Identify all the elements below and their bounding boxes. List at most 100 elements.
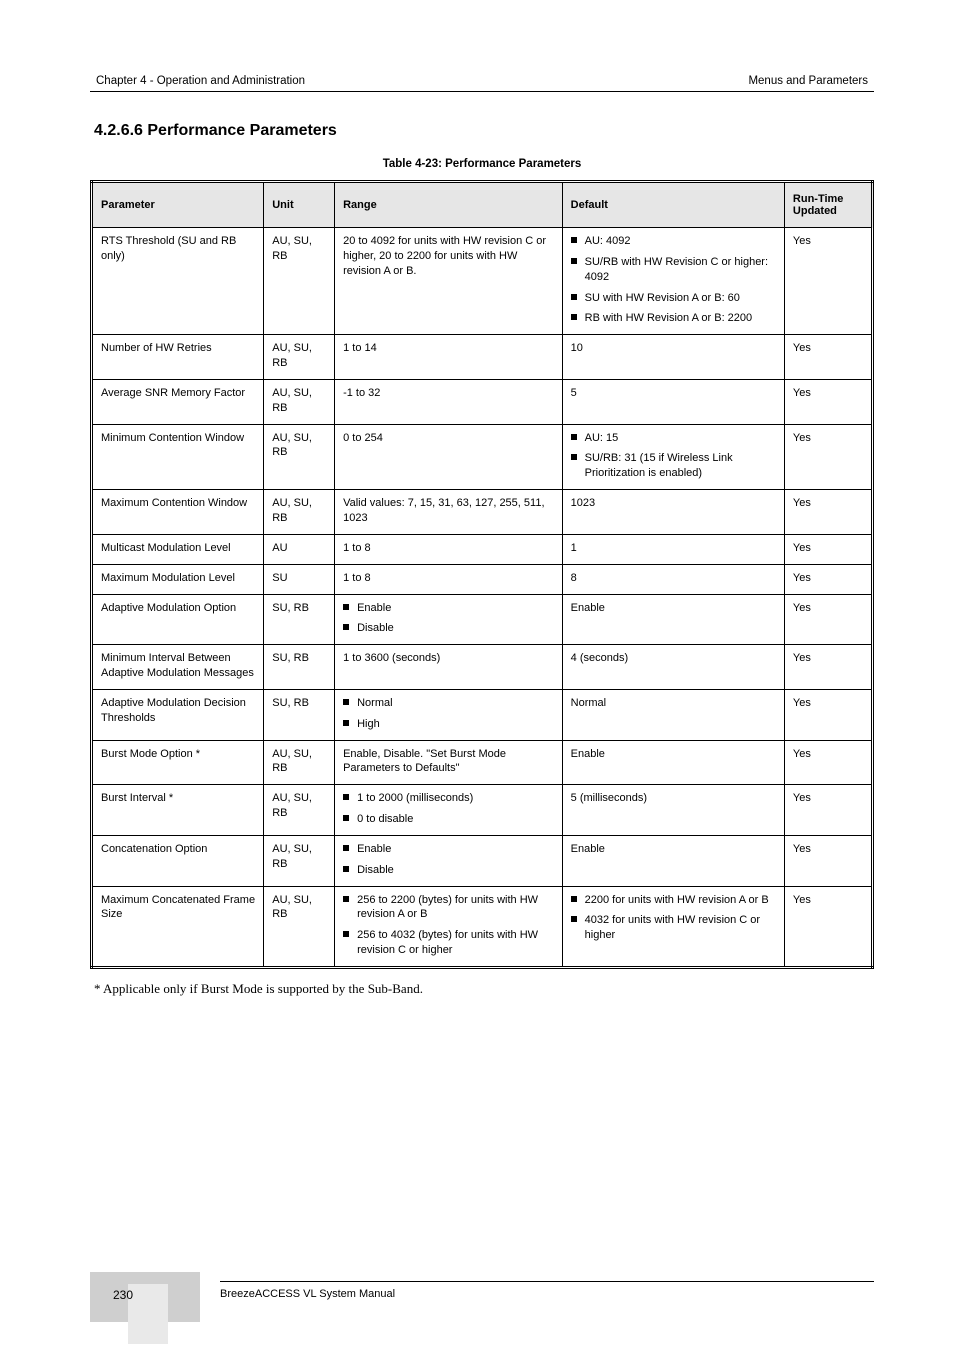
cell: Yes	[784, 689, 872, 740]
list-item: SU with HW Revision A or B: 60	[571, 291, 776, 306]
cell: Yes	[784, 534, 872, 564]
table-row: Adaptive Modulation OptionSU, RB Enable Di…	[92, 594, 873, 645]
cell: Yes	[784, 564, 872, 594]
cell: Yes	[784, 228, 872, 335]
cell: Burst Mode Option *	[92, 740, 264, 785]
list-item: 256 to 4032 (bytes) for units with HW re…	[343, 928, 554, 958]
cell: Yes	[784, 835, 872, 886]
cell: Maximum Modulation Level	[92, 564, 264, 594]
table-row: Average SNR Memory FactorAU, SU, RB-1 to…	[92, 379, 873, 424]
table-caption: Table 4-23: Performance Parameters	[90, 158, 874, 170]
cell: Yes	[784, 785, 872, 836]
cell: Minimum Contention Window	[92, 424, 264, 490]
cell: 4 (seconds)	[562, 645, 784, 690]
page-number: 230	[113, 1288, 133, 1302]
cell: 1023	[562, 490, 784, 535]
col-parameter: Parameter	[92, 182, 264, 228]
cell: Enable	[562, 835, 784, 886]
table-row: Multicast Modulation LevelAU1 to 81Yes	[92, 534, 873, 564]
cell: 1 to 14	[335, 335, 563, 380]
cell: Number of HW Retries	[92, 335, 264, 380]
cell: Yes	[784, 886, 872, 967]
cell: AU, SU, RB	[264, 335, 335, 380]
cell: Yes	[784, 379, 872, 424]
list-item: AU: 15	[571, 431, 776, 446]
cell: Enable	[562, 740, 784, 785]
cell: Enable Disable	[335, 594, 563, 645]
table-row: Adaptive Modulation Decision ThresholdsS…	[92, 689, 873, 740]
table-header-row: Parameter Unit Range Default Run-Time Up…	[92, 182, 873, 228]
cell: Adaptive Modulation Option	[92, 594, 264, 645]
cell: Valid values: 7, 15, 31, 63, 127, 255, 5…	[335, 490, 563, 535]
cell: 1 to 8	[335, 534, 563, 564]
cell: Minimum Interval Between Adaptive Modula…	[92, 645, 264, 690]
table-row: Maximum Modulation LevelSU1 to 88Yes	[92, 564, 873, 594]
table-row: Minimum Contention WindowAU, SU, RB0 to …	[92, 424, 873, 490]
footer-doc-title: BreezeACCESS VL System Manual	[220, 1288, 395, 1300]
cell: Yes	[784, 424, 872, 490]
table-row: Number of HW RetriesAU, SU, RB1 to 1410Y…	[92, 335, 873, 380]
cell: Concatenation Option	[92, 835, 264, 886]
list-item: SU/RB with HW Revision C or higher: 4092	[571, 255, 776, 285]
cell: AU, SU, RB	[264, 228, 335, 335]
table-row: Burst Interval *AU, SU, RB1 to 2000 (mil…	[92, 785, 873, 836]
table-row: Concatenation OptionAU, SU, RB Enable Disa…	[92, 835, 873, 886]
list-item: 0 to disable	[343, 812, 554, 827]
list-item: AU: 4092	[571, 234, 776, 249]
table-row: Maximum Contention WindowAU, SU, RBValid…	[92, 490, 873, 535]
cell: 5	[562, 379, 784, 424]
cell: RTS Threshold (SU and RB only)	[92, 228, 264, 335]
cell: Burst Interval *	[92, 785, 264, 836]
cell: -1 to 32	[335, 379, 563, 424]
cell: 0 to 254	[335, 424, 563, 490]
table-row: Burst Mode Option *AU, SU, RBEnable, Dis…	[92, 740, 873, 785]
performance-parameters-table: Parameter Unit Range Default Run-Time Up…	[90, 180, 874, 969]
cell: Yes	[784, 490, 872, 535]
list-item: 1 to 2000 (milliseconds)	[343, 791, 554, 806]
list-item: SU/RB: 31 (15 if Wireless Link Prioritiz…	[571, 451, 776, 481]
list-item: Enable	[343, 601, 554, 616]
cell: Normal High	[335, 689, 563, 740]
list-item: High	[343, 717, 554, 732]
cell: Multicast Modulation Level	[92, 534, 264, 564]
cell: AU, SU, RB	[264, 379, 335, 424]
col-range: Range	[335, 182, 563, 228]
list-item: 2200 for units with HW revision A or B	[571, 893, 776, 908]
cell: AU, SU, RB	[264, 490, 335, 535]
cell: 2200 for units with HW revision A or B40…	[562, 886, 784, 967]
cell: Yes	[784, 335, 872, 380]
cell: Yes	[784, 740, 872, 785]
cell: SU, RB	[264, 689, 335, 740]
list-item: Enable	[343, 842, 554, 857]
cell: AU, SU, RB	[264, 424, 335, 490]
cell: Adaptive Modulation Decision Thresholds	[92, 689, 264, 740]
cell: Yes	[784, 594, 872, 645]
header-right: Menus and Parameters	[748, 75, 868, 87]
footer-rule	[220, 1281, 874, 1282]
cell: SU, RB	[264, 645, 335, 690]
cell: AU	[264, 534, 335, 564]
cell: 1 to 2000 (milliseconds) 0 to disable	[335, 785, 563, 836]
header-rule	[90, 91, 874, 92]
cell: 256 to 2200 (bytes) for units with HW re…	[335, 886, 563, 967]
cell: 10	[562, 335, 784, 380]
list-item: Disable	[343, 863, 554, 878]
cell: AU, SU, RB	[264, 835, 335, 886]
table-footnote: * Applicable only if Burst Mode is suppo…	[94, 981, 874, 997]
cell: 20 to 4092 for units with HW revision C …	[335, 228, 563, 335]
list-item: RB with HW Revision A or B: 2200	[571, 311, 776, 326]
cell: AU: 15 SU/RB: 31 (15 if Wireless Link Pri…	[562, 424, 784, 490]
cell: SU	[264, 564, 335, 594]
list-item: Normal	[343, 696, 554, 711]
list-item: 256 to 2200 (bytes) for units with HW re…	[343, 893, 554, 923]
header-left: Chapter 4 - Operation and Administration	[96, 75, 305, 87]
cell: AU, SU, RB	[264, 785, 335, 836]
cell: AU, SU, RB	[264, 740, 335, 785]
col-unit: Unit	[264, 182, 335, 228]
footer-decoration	[90, 1272, 200, 1322]
list-item: Disable	[343, 621, 554, 636]
cell: Yes	[784, 645, 872, 690]
cell: 1	[562, 534, 784, 564]
cell: SU, RB	[264, 594, 335, 645]
cell: Enable Disable	[335, 835, 563, 886]
